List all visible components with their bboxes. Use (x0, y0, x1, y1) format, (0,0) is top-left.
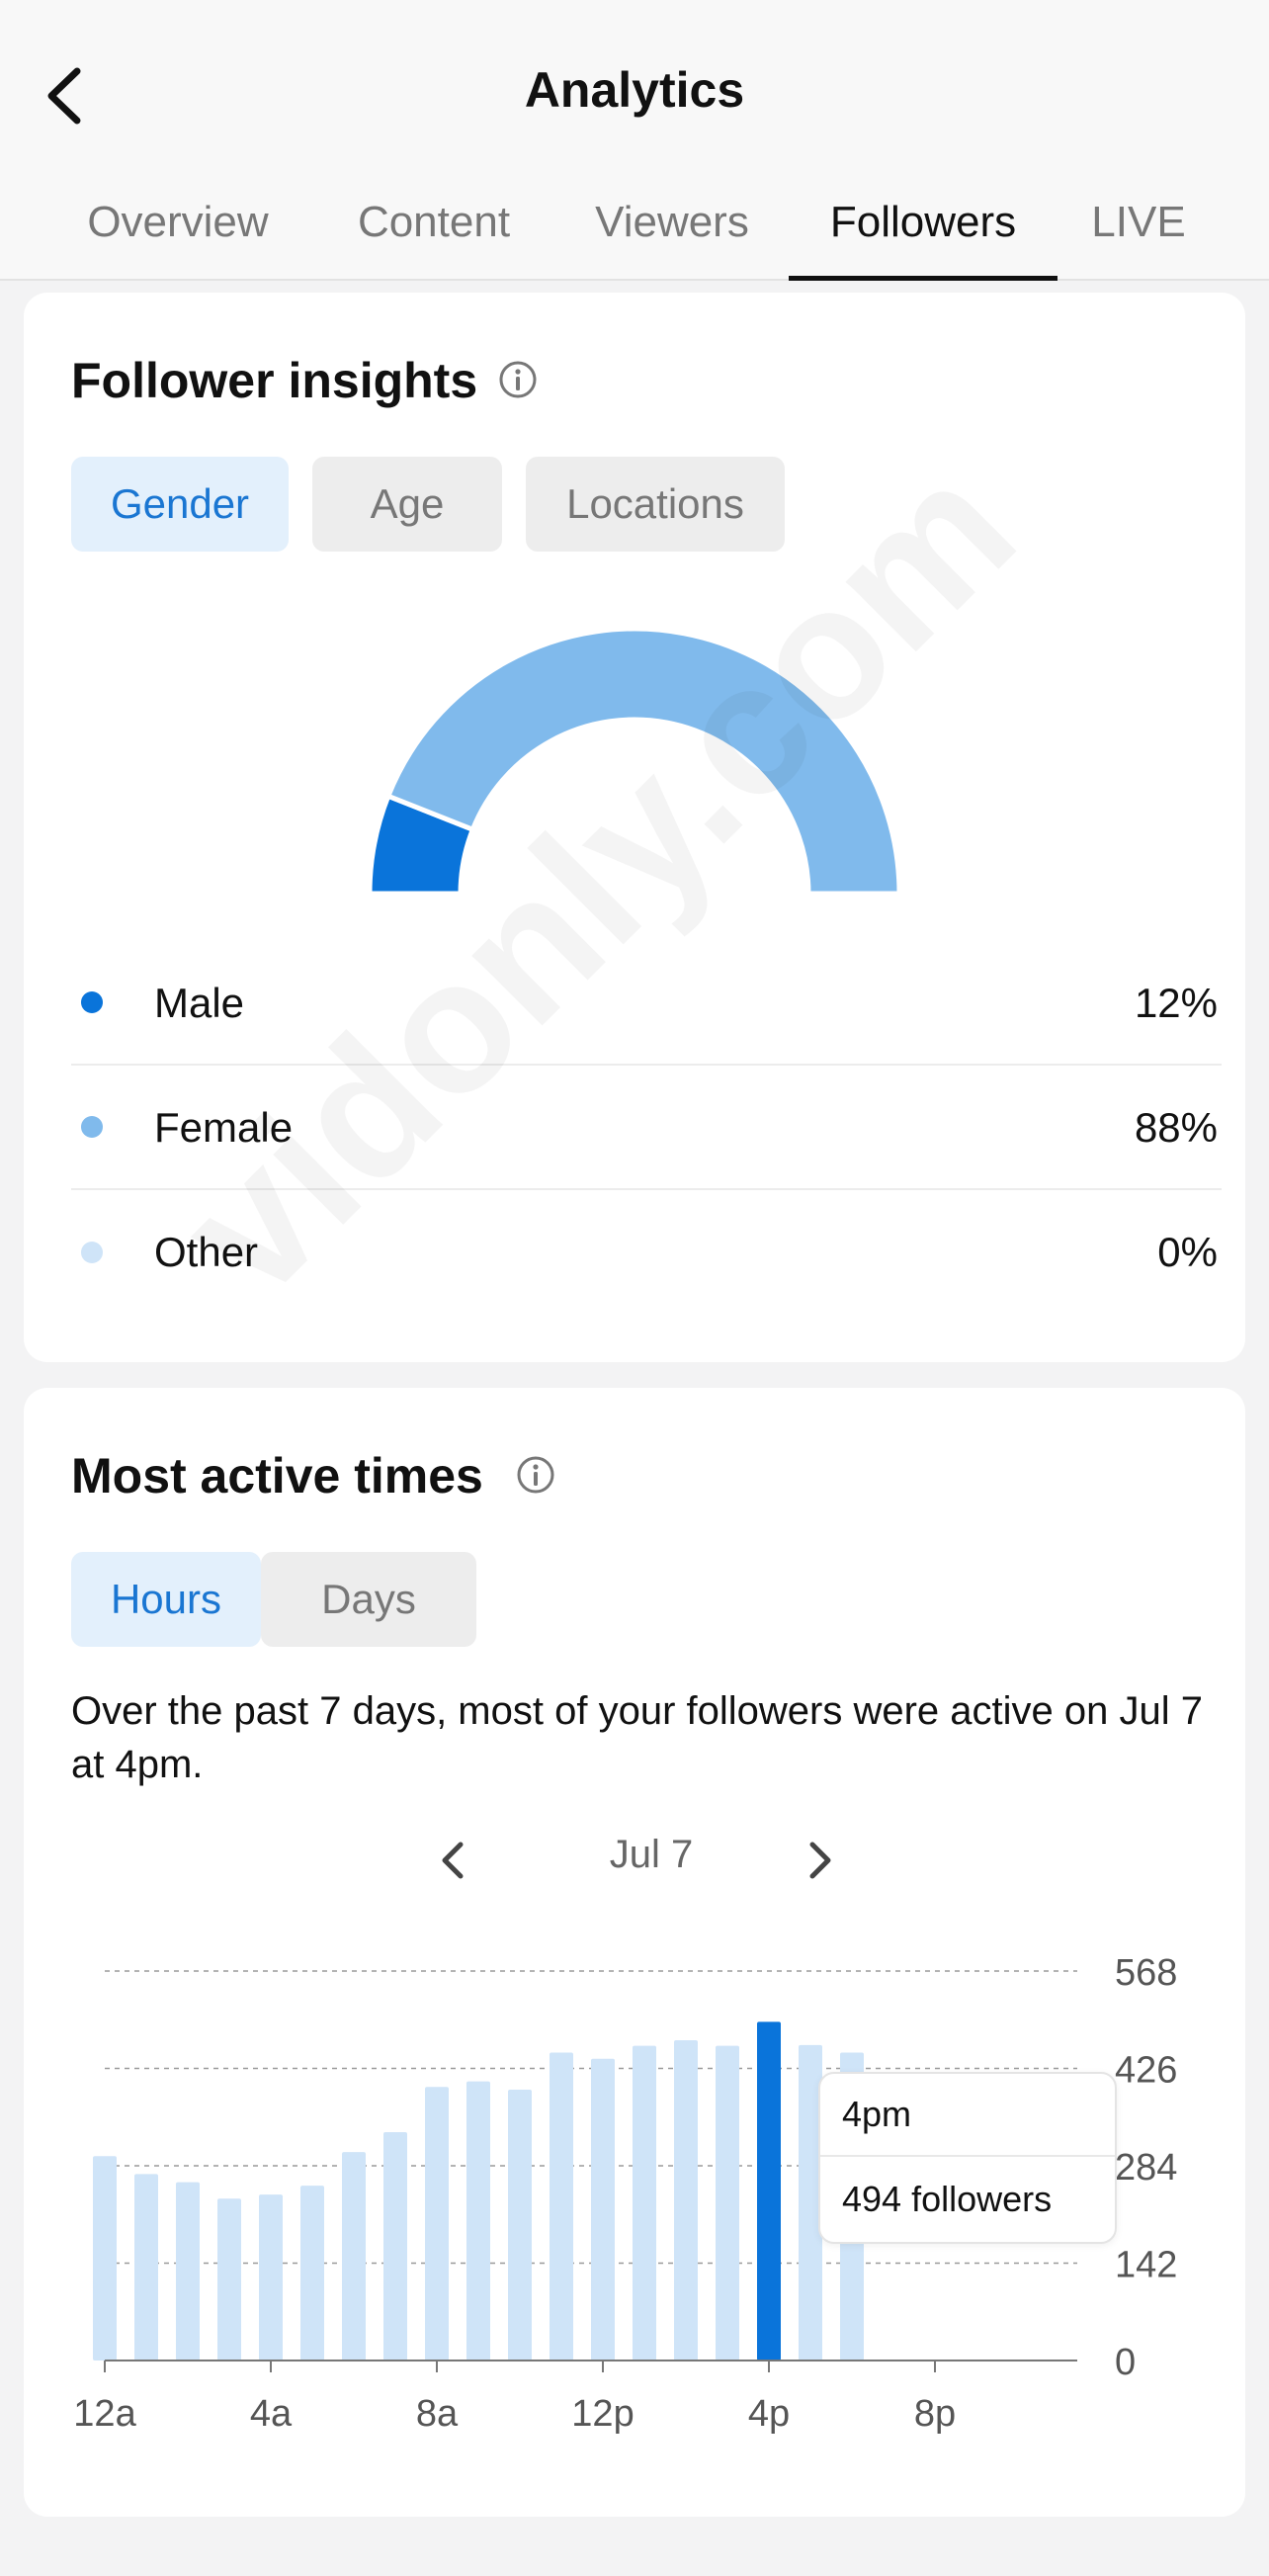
y-tick-label: 568 (1115, 1952, 1177, 1994)
x-tick-label: 8p (914, 2393, 956, 2435)
tooltip-divider (820, 2155, 1115, 2157)
bar-5a[interactable] (300, 2186, 324, 2361)
legend-label-female: Female (154, 1104, 294, 1151)
x-tick-label: 8a (416, 2393, 459, 2435)
bar-8a[interactable] (425, 2087, 449, 2361)
tab-overview[interactable]: Overview (59, 188, 296, 281)
legend-label-other: Other (154, 1229, 259, 1275)
bar-9a[interactable] (466, 2081, 490, 2361)
tab-viewers[interactable]: Viewers (573, 188, 771, 281)
x-tick-label: 12a (73, 2393, 136, 2435)
legend-row-male: Male 12% (71, 941, 1222, 1066)
tooltip-time: 4pm (842, 2094, 912, 2134)
bar-2a[interactable] (176, 2182, 200, 2361)
bar-12p[interactable] (591, 2058, 615, 2361)
bar-3p[interactable] (716, 2045, 739, 2361)
y-tick-label: 142 (1115, 2245, 1177, 2286)
y-tick-label: 284 (1115, 2147, 1177, 2189)
header-bar: Analytics Overview Content Viewers Follo… (0, 0, 1269, 281)
x-tick-label: 4p (748, 2393, 790, 2435)
x-tick-label: 12p (571, 2393, 634, 2435)
gender-donut-chart (367, 626, 902, 897)
bar-10a[interactable] (508, 2090, 532, 2361)
legend-value-other: 0% (1157, 1229, 1218, 1275)
legend-value-female: 88% (1134, 1104, 1218, 1151)
bar-3a[interactable] (217, 2198, 241, 2361)
bar-tooltip: 4pm 494 followers (818, 2072, 1117, 2244)
page-title: Analytics (524, 62, 745, 118)
tab-followers[interactable]: Followers (789, 188, 1058, 281)
most-active-times-card: Most active times Hours Days Over the pa… (24, 1388, 1245, 2517)
bar-1p[interactable] (633, 2045, 656, 2361)
tab-content[interactable]: Content (330, 188, 538, 281)
tooltip-count: 494 followers (842, 2179, 1053, 2219)
follower-insights-card: Follower insights Gender Age Locations M… (24, 293, 1245, 1362)
legend-value-male: 12% (1134, 980, 1218, 1026)
bar-7a[interactable] (383, 2132, 407, 2361)
female-color-dot (81, 1116, 103, 1138)
legend-row-other: Other 0% (71, 1190, 1222, 1315)
tab-bar: Overview Content Viewers Followers LIVE (0, 188, 1269, 281)
legend-row-female: Female 88% (71, 1066, 1222, 1190)
bar-4p[interactable] (757, 2021, 781, 2361)
bar-4a[interactable] (259, 2194, 283, 2361)
bar-12a[interactable] (93, 2156, 117, 2361)
male-color-dot (81, 991, 103, 1013)
tab-live[interactable]: LIVE (1079, 188, 1198, 281)
bar-6a[interactable] (342, 2152, 366, 2361)
y-tick-label: 0 (1115, 2342, 1136, 2383)
bar-11a[interactable] (550, 2052, 573, 2361)
hourly-activity-chart: 0 142 284 426 568 12a 4a 8a 12p 4p 8p (73, 1952, 1177, 2435)
bar-1a[interactable] (134, 2174, 158, 2361)
bar-2p[interactable] (674, 2040, 698, 2361)
y-tick-label: 426 (1115, 2050, 1177, 2092)
other-color-dot (81, 1242, 103, 1263)
legend-label-male: Male (154, 980, 245, 1026)
x-tick-label: 4a (250, 2393, 293, 2435)
